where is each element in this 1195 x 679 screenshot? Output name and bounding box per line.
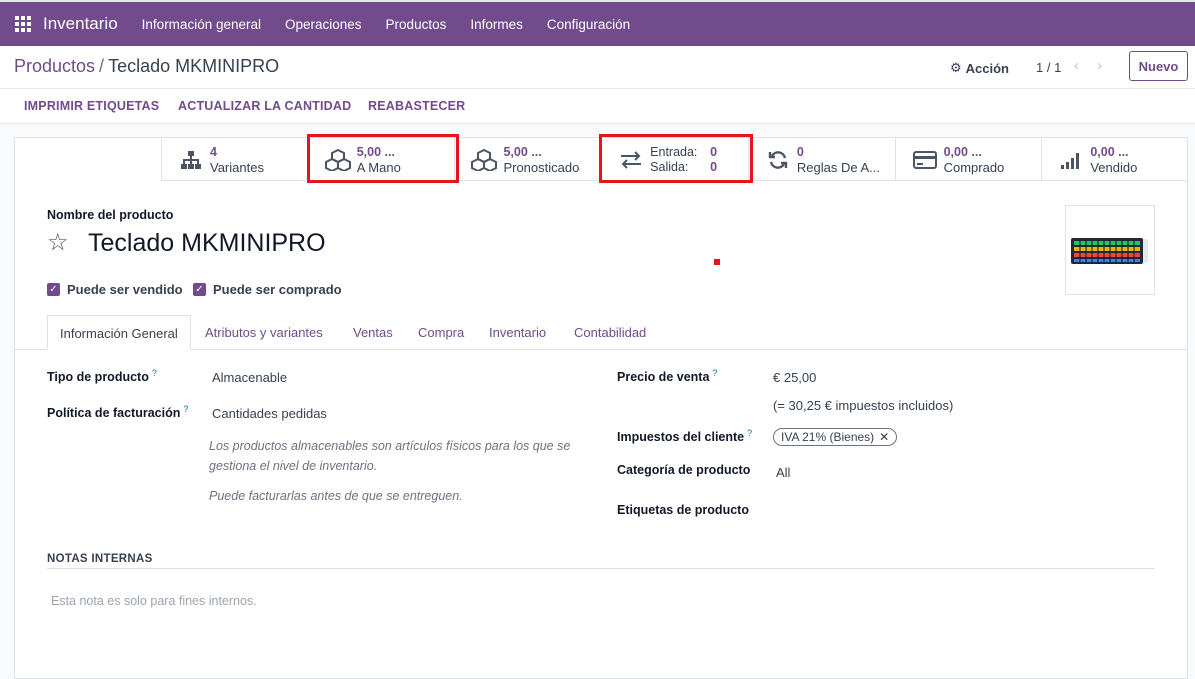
pager-next-icon[interactable]: › bbox=[1097, 57, 1102, 74]
product-type-label: Tipo de producto? bbox=[47, 368, 157, 385]
invoice-policy-label: Política de facturación? bbox=[47, 404, 189, 421]
breadcrumb: Productos / Teclado MKMINIPRO bbox=[14, 56, 279, 77]
tax-tag-label: IVA 21% (Bienes) bbox=[781, 430, 875, 444]
internal-notes-field[interactable]: Esta nota es solo para fines internos. bbox=[51, 594, 257, 608]
product-name-field[interactable]: Teclado MKMINIPRO bbox=[88, 229, 326, 258]
tab-contabilidad[interactable]: Contabilidad bbox=[574, 325, 646, 340]
customer-taxes-label: Impuestos del cliente? bbox=[617, 428, 753, 445]
storable-help-text: Los productos almacenables son artículos… bbox=[209, 439, 571, 473]
tab-compra[interactable]: Compra bbox=[418, 325, 464, 340]
invoice-help-text: Puede facturarlas antes de que se entreg… bbox=[209, 489, 463, 503]
variants-smart-button[interactable]: 4 Variantes bbox=[161, 138, 308, 181]
checkbox-checked-icon: ✓ bbox=[193, 283, 206, 296]
breadcrumb-current: Teclado MKMINIPRO bbox=[108, 56, 280, 76]
reorder-rules-smart-button[interactable]: 0 Reglas De A... bbox=[747, 138, 895, 181]
highlight-box-in-out bbox=[599, 134, 753, 183]
menu-informacion-general[interactable]: Información general bbox=[142, 17, 261, 32]
purchased-value: 0,00 ... bbox=[943, 144, 982, 159]
menu-configuracion[interactable]: Configuración bbox=[547, 17, 630, 32]
tab-atributos-variantes[interactable]: Atributos y variantes bbox=[205, 325, 323, 340]
replenish-button[interactable]: REABASTECER bbox=[368, 99, 465, 113]
can-be-sold-label: Puede ser vendido bbox=[67, 282, 183, 297]
tab-ventas[interactable]: Ventas bbox=[353, 325, 393, 340]
product-type-select[interactable]: Almacenable bbox=[212, 370, 287, 385]
action-menu-button[interactable]: ⚙ Acción bbox=[950, 60, 1009, 76]
can-be-sold-checkbox[interactable]: ✓ Puede ser vendido bbox=[47, 282, 183, 297]
purchased-smart-button[interactable]: 0,00 ... Comprado bbox=[894, 138, 1042, 181]
remove-tag-icon[interactable]: ✕ bbox=[879, 430, 889, 444]
checkbox-checked-icon: ✓ bbox=[47, 283, 60, 296]
new-button[interactable]: Nuevo bbox=[1129, 51, 1188, 81]
category-label: Categoría de producto bbox=[617, 463, 751, 477]
control-panel: Productos / Teclado MKMINIPRO ⚙ Acción 1 /… bbox=[0, 46, 1195, 89]
pager-prev-icon[interactable]: ‹ bbox=[1074, 57, 1079, 74]
keyboard-image bbox=[1071, 238, 1148, 264]
favorite-star-icon[interactable]: ☆ bbox=[47, 228, 69, 257]
help-icon[interactable]: ? bbox=[712, 368, 717, 378]
action-bar: IMPRIMIR ETIQUETAS ACTUALIZAR LA CANTIDA… bbox=[0, 89, 1195, 124]
form-sheet: 4 Variantes 5,00 ... A Mano 5,00 ... Pronos… bbox=[14, 134, 1188, 679]
update-quantity-button[interactable]: ACTUALIZAR LA CANTIDAD bbox=[178, 99, 351, 113]
sale-price-label: Precio de venta? bbox=[617, 368, 718, 385]
signal-icon bbox=[1058, 149, 1084, 171]
tab-informacion-general[interactable]: Información General bbox=[47, 315, 191, 350]
reorder-rules-label: Reglas De A... bbox=[796, 159, 880, 175]
menu-informes[interactable]: Informes bbox=[470, 17, 523, 32]
forecasted-label: Pronosticado bbox=[503, 159, 580, 175]
product-tags-label: Etiquetas de producto bbox=[617, 503, 749, 517]
top-navbar: Inventario Información general Operacion… bbox=[0, 0, 1195, 46]
breadcrumb-separator: / bbox=[99, 56, 105, 76]
help-icon[interactable]: ? bbox=[747, 428, 752, 438]
breadcrumb-productos[interactable]: Productos bbox=[14, 56, 95, 76]
credit-card-icon bbox=[912, 149, 938, 171]
sold-smart-button[interactable]: 0,00 ... Vendido bbox=[1041, 138, 1188, 181]
tab-inventario[interactable]: Inventario bbox=[489, 325, 546, 340]
forecasted-value: 5,00 ... bbox=[503, 144, 542, 159]
can-be-purchased-checkbox[interactable]: ✓ Puede ser comprado bbox=[193, 282, 342, 297]
variants-label: Variantes bbox=[210, 159, 264, 175]
tax-tag[interactable]: IVA 21% (Bienes) ✕ bbox=[773, 428, 898, 446]
refresh-icon bbox=[765, 149, 791, 171]
sale-price-taxed: (= 30,25 € impuestos incluidos) bbox=[773, 398, 954, 413]
sale-price-field[interactable]: € 25,00 bbox=[773, 370, 816, 385]
sold-label: Vendido bbox=[1090, 159, 1138, 175]
apps-menu-icon[interactable] bbox=[15, 16, 31, 32]
help-icon[interactable]: ? bbox=[183, 404, 188, 414]
section-divider bbox=[47, 568, 1155, 569]
invoice-policy-select[interactable]: Cantidades pedidas bbox=[212, 406, 327, 421]
reorder-rules-count: 0 bbox=[796, 144, 804, 159]
internal-notes-title: NOTAS INTERNAS bbox=[47, 553, 153, 565]
app-name[interactable]: Inventario bbox=[43, 14, 118, 34]
form-tabs: Información General Atributos y variante… bbox=[15, 315, 1187, 350]
category-field[interactable]: All bbox=[776, 465, 790, 480]
product-name-label: Nombre del producto bbox=[47, 208, 174, 222]
pager-value[interactable]: 1 / 1 bbox=[1036, 60, 1061, 75]
action-menu-label: Acción bbox=[965, 60, 1009, 76]
menu-operaciones[interactable]: Operaciones bbox=[285, 17, 362, 32]
purchased-label: Comprado bbox=[943, 159, 1005, 175]
help-icon[interactable]: ? bbox=[152, 368, 157, 378]
forecasted-smart-button[interactable]: 5,00 ... Pronosticado bbox=[454, 138, 601, 181]
highlight-box-on-hand bbox=[307, 134, 459, 183]
variants-count: 4 bbox=[210, 144, 217, 159]
product-image[interactable] bbox=[1065, 205, 1155, 295]
sold-value: 0,00 ... bbox=[1090, 144, 1129, 159]
print-labels-button[interactable]: IMPRIMIR ETIQUETAS bbox=[24, 99, 159, 113]
sitemap-icon bbox=[178, 149, 204, 171]
can-be-purchased-label: Puede ser comprado bbox=[213, 282, 342, 297]
gear-icon: ⚙ bbox=[950, 60, 962, 75]
cubes-icon bbox=[471, 148, 498, 171]
annotation-dot bbox=[714, 259, 720, 265]
menu-productos[interactable]: Productos bbox=[386, 17, 447, 32]
